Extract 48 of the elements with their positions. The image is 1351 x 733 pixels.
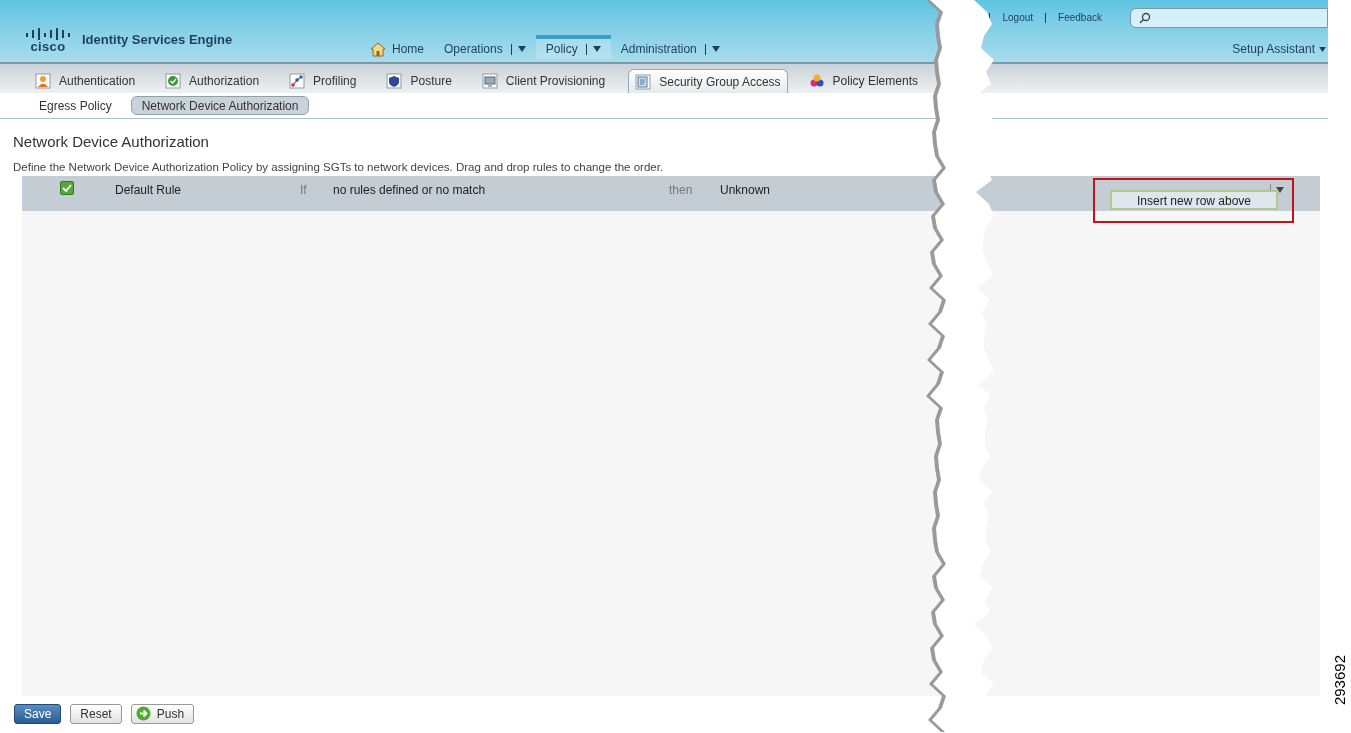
circles-icon — [808, 73, 825, 89]
figure-number: 293692 — [1330, 654, 1349, 705]
then-label: then — [669, 181, 694, 199]
search-icon — [1139, 12, 1151, 24]
sub-tab[interactable]: Network Device Authorization — [130, 96, 310, 115]
button[interactable]: Push — [130, 703, 195, 724]
rule-name: Default Rule — [115, 181, 183, 199]
caret-icon — [592, 46, 601, 52]
rule-result: Unknown — [720, 181, 771, 199]
nav-tab[interactable]: Policy Elements — [801, 69, 925, 93]
sub-tab[interactable]: Egress Policy — [28, 96, 123, 115]
nav-tab[interactable]: Home — [360, 35, 434, 59]
if-label: If — [300, 181, 308, 199]
app-title: Identity Services Engine — [82, 31, 233, 50]
menu-item[interactable]: Insert new row above — [1110, 189, 1278, 210]
search-field[interactable] — [1130, 8, 1328, 28]
page-title: Network Device Authorization — [13, 132, 210, 152]
document-icon — [635, 73, 652, 90]
nav-tab[interactable]: Policy — [535, 35, 611, 59]
nav-tab[interactable]: Posture — [379, 69, 459, 93]
checkbox[interactable] — [60, 180, 74, 195]
header-link[interactable]: Feedback — [1058, 12, 1102, 23]
arrow-circle-icon — [135, 706, 151, 722]
home-icon — [370, 41, 386, 57]
caret-icon — [517, 46, 526, 52]
header-link[interactable]: Logout — [1002, 12, 1034, 23]
nav-tab[interactable]: Client Provisioning — [474, 69, 613, 93]
nav-tab[interactable]: Operations — [434, 35, 536, 59]
shield-icon — [386, 73, 403, 89]
caret-icon[interactable] — [1276, 186, 1284, 193]
caret-icon — [1319, 46, 1326, 52]
caret-icon — [711, 46, 720, 52]
page-description: Define the Network Device Authorization Policy by assigning SGTs to network devices. Drag and drop rules to change the order. — [13, 159, 665, 175]
button[interactable]: Reset — [70, 703, 122, 724]
nodes-icon — [289, 73, 306, 89]
check-badge-icon — [165, 73, 182, 89]
button[interactable]: Save — [14, 703, 62, 724]
rule-condition: no rules defined or no match — [333, 181, 487, 199]
logo-text: cisco — [30, 39, 66, 53]
nav-tab[interactable]: Security Group Access — [628, 69, 788, 93]
monitor-icon — [481, 73, 498, 89]
nav-tab[interactable]: Administration — [610, 35, 730, 59]
nav-tab[interactable]: Profiling — [282, 69, 364, 93]
nav-tab[interactable]: Authorization — [158, 69, 267, 93]
logo-bars-icon — [26, 27, 70, 40]
user-icon — [35, 73, 51, 89]
setup-assistant-menu[interactable]: Setup Assistant — [1232, 40, 1328, 58]
nav-tab[interactable]: Authentication — [28, 69, 143, 93]
